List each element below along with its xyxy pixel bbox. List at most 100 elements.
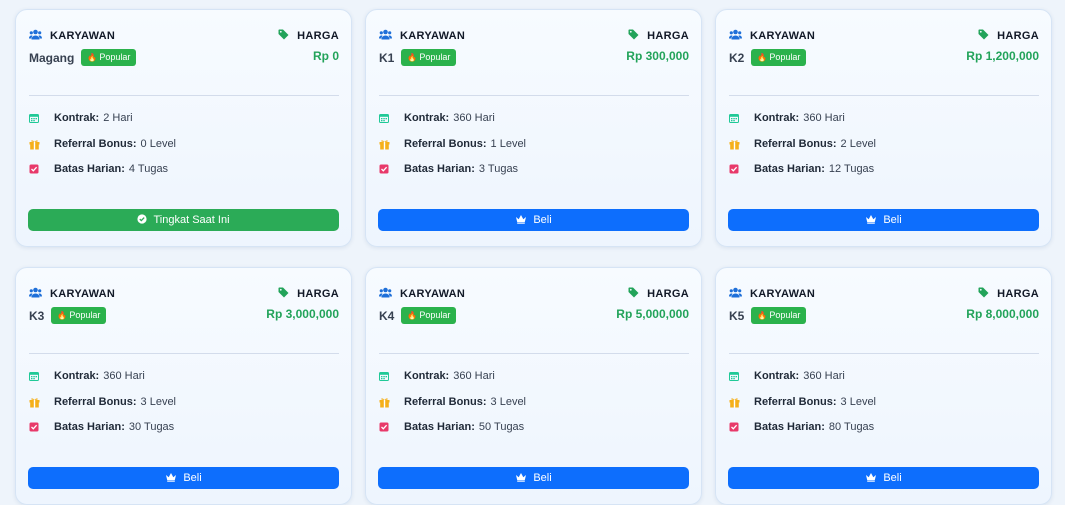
daily-limit-row: Batas Harian: 12 Tugas [729, 163, 874, 175]
price-label: HARGA [997, 288, 1039, 300]
category-label: KARYAWAN [400, 30, 466, 42]
daily-limit-label: Batas Harian: [754, 163, 825, 175]
button-label: Beli [183, 472, 202, 484]
contract-label: Kontrak: [54, 112, 100, 124]
referral-row: Referral Bonus: 3 Level [29, 396, 176, 408]
referral-label: Referral Bonus: [54, 396, 137, 408]
calendar-icon [379, 113, 389, 123]
buy-button[interactable]: Beli [378, 467, 689, 489]
referral-value: 3 Level [140, 396, 177, 408]
users-icon [379, 285, 392, 303]
daily-limit-row: Batas Harian: 30 Tugas [29, 421, 174, 433]
referral-label: Referral Bonus: [404, 138, 487, 150]
plan-header: KARYAWAN K5 🔥 Popular [729, 287, 815, 324]
plan-header: KARYAWAN K3 🔥 Popular [29, 287, 115, 324]
check-square-icon [29, 422, 39, 432]
plan-header: KARYAWAN K2 🔥 Popular [729, 29, 815, 66]
calendar-icon [729, 113, 739, 123]
daily-limit-value: 4 Tugas [128, 163, 169, 175]
daily-limit-value: 80 Tugas [828, 421, 875, 433]
daily-limit-row: Batas Harian: 80 Tugas [729, 421, 874, 433]
contract-value: 2 Hari [103, 112, 133, 124]
users-icon [379, 27, 392, 45]
contract-row: Kontrak: 360 Hari [29, 370, 145, 382]
contract-row: Kontrak: 360 Hari [379, 370, 495, 382]
plan-card: KARYAWAN K5 🔥 Popular HARGA Rp 8,000,000 … [715, 267, 1052, 505]
daily-limit-label: Batas Harian: [404, 163, 475, 175]
contract-label: Kontrak: [404, 370, 450, 382]
price-block: HARGA Rp 300,000 [626, 29, 689, 63]
price-label: HARGA [647, 30, 689, 42]
plan-card: KARYAWAN K4 🔥 Popular HARGA Rp 5,000,000 … [365, 267, 702, 505]
buy-button[interactable]: Beli [378, 209, 689, 231]
buy-button[interactable]: Beli [728, 209, 1039, 231]
users-icon [729, 27, 742, 45]
daily-limit-row: Batas Harian: 50 Tugas [379, 421, 524, 433]
plan-price: Rp 5,000,000 [616, 307, 689, 321]
plan-name: K2 [729, 50, 745, 65]
button-label: Tingkat Saat Ini [153, 214, 230, 226]
calendar-icon [29, 113, 39, 123]
referral-value: 3 Level [490, 396, 527, 408]
plan-price: Rp 1,200,000 [966, 49, 1039, 63]
contract-label: Kontrak: [54, 370, 100, 382]
popular-badge: 🔥 Popular [401, 307, 457, 324]
contract-label: Kontrak: [754, 112, 800, 124]
crown-icon [865, 214, 877, 227]
check-square-icon [379, 164, 389, 174]
popular-badge: 🔥 Popular [51, 307, 107, 324]
divider [379, 353, 689, 354]
category-label: KARYAWAN [50, 30, 116, 42]
referral-value: 1 Level [490, 138, 527, 150]
tag-icon [278, 285, 289, 303]
divider [729, 95, 1039, 96]
gift-icon [379, 397, 390, 408]
contract-value: 360 Hari [803, 112, 845, 124]
flame-icon: 🔥 [407, 53, 418, 62]
category-label: KARYAWAN [750, 30, 816, 42]
contract-row: Kontrak: 360 Hari [729, 112, 845, 124]
flame-icon: 🔥 [757, 311, 768, 320]
plan-header: KARYAWAN K1 🔥 Popular [379, 29, 465, 66]
daily-limit-row: Batas Harian: 4 Tugas [29, 163, 168, 175]
plan-name: K5 [729, 308, 745, 323]
daily-limit-value: 12 Tugas [828, 163, 875, 175]
flame-icon: 🔥 [87, 53, 98, 62]
plan-card: KARYAWAN K3 🔥 Popular HARGA Rp 3,000,000 … [15, 267, 352, 505]
referral-value: 3 Level [840, 396, 877, 408]
referral-label: Referral Bonus: [54, 138, 137, 150]
referral-row: Referral Bonus: 2 Level [729, 138, 876, 150]
plan-header: KARYAWAN Magang 🔥 Popular [29, 29, 137, 66]
gift-icon [29, 397, 40, 408]
calendar-icon [29, 371, 39, 381]
gift-icon [29, 139, 40, 150]
plan-price: Rp 3,000,000 [266, 307, 339, 321]
price-block: HARGA Rp 0 [278, 29, 339, 63]
gift-icon [729, 139, 740, 150]
check-circle-icon [137, 213, 148, 227]
buy-button[interactable]: Beli [28, 467, 339, 489]
check-square-icon [729, 422, 739, 432]
referral-row: Referral Bonus: 1 Level [379, 138, 526, 150]
daily-limit-label: Batas Harian: [754, 421, 825, 433]
current-level-button[interactable]: Tingkat Saat Ini [28, 209, 339, 231]
contract-value: 360 Hari [453, 370, 495, 382]
tag-icon [628, 27, 639, 45]
daily-limit-label: Batas Harian: [54, 421, 125, 433]
button-label: Beli [533, 472, 552, 484]
divider [729, 353, 1039, 354]
flame-icon: 🔥 [757, 53, 768, 62]
tag-icon [278, 27, 289, 45]
users-icon [729, 285, 742, 303]
plan-card: KARYAWAN K1 🔥 Popular HARGA Rp 300,000 Ko… [365, 9, 702, 247]
contract-label: Kontrak: [754, 370, 800, 382]
popular-badge: 🔥 Popular [751, 307, 807, 324]
calendar-icon [379, 371, 389, 381]
plan-price: Rp 0 [312, 49, 339, 63]
divider [379, 95, 689, 96]
flame-icon: 🔥 [407, 311, 418, 320]
price-label: HARGA [297, 30, 339, 42]
buy-button[interactable]: Beli [728, 467, 1039, 489]
referral-row: Referral Bonus: 3 Level [379, 396, 526, 408]
contract-label: Kontrak: [404, 112, 450, 124]
